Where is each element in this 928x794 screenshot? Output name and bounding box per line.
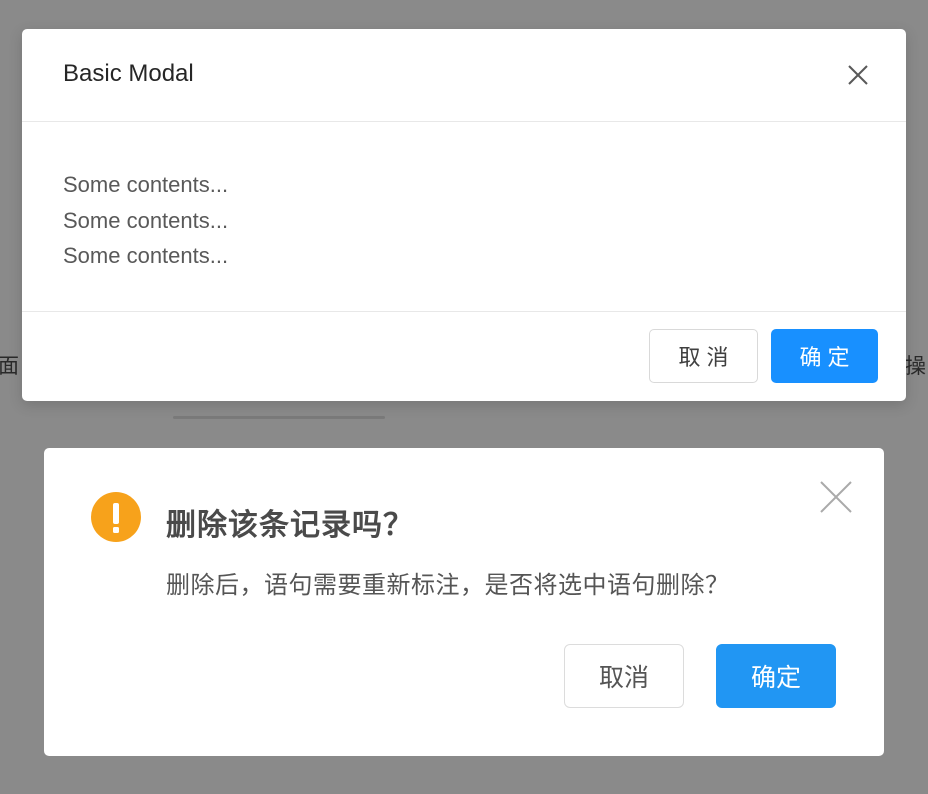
- background-text-left: 面: [0, 354, 19, 378]
- confirm-dialog: 删除该条记录吗？ 删除后，语句需要重新标注，是否将选中语句删除？ 取消 确定: [44, 448, 884, 756]
- background-text-right: 操: [905, 354, 926, 378]
- close-icon[interactable]: [844, 61, 872, 89]
- modal-content-line: Some contents...: [63, 172, 229, 197]
- basic-modal: Basic Modal Some contents... Some conten…: [22, 29, 906, 401]
- dialog-title: 删除该条记录吗？: [166, 508, 414, 543]
- modal-body: Some contents... Some contents... Some c…: [22, 122, 906, 312]
- background-divider: [173, 416, 385, 419]
- modal-footer: 取消 确定: [22, 312, 906, 400]
- cancel-button[interactable]: 取消: [564, 644, 684, 708]
- modal-title: Basic Modal: [63, 60, 194, 87]
- page: 面 操 Basic Modal Some contents... Some co…: [0, 0, 928, 794]
- confirm-button[interactable]: 确定: [716, 644, 836, 708]
- modal-content-line: Some contents...: [63, 243, 229, 268]
- warning-icon: [91, 492, 141, 542]
- modal-content-line: Some contents...: [63, 207, 229, 233]
- dialog-message: 删除后，语句需要重新标注，是否将选中语句删除？: [166, 571, 730, 599]
- close-icon[interactable]: [817, 478, 855, 516]
- cancel-button[interactable]: 取消: [649, 329, 758, 383]
- ok-button[interactable]: 确定: [771, 329, 878, 383]
- modal-header: Basic Modal: [22, 29, 906, 122]
